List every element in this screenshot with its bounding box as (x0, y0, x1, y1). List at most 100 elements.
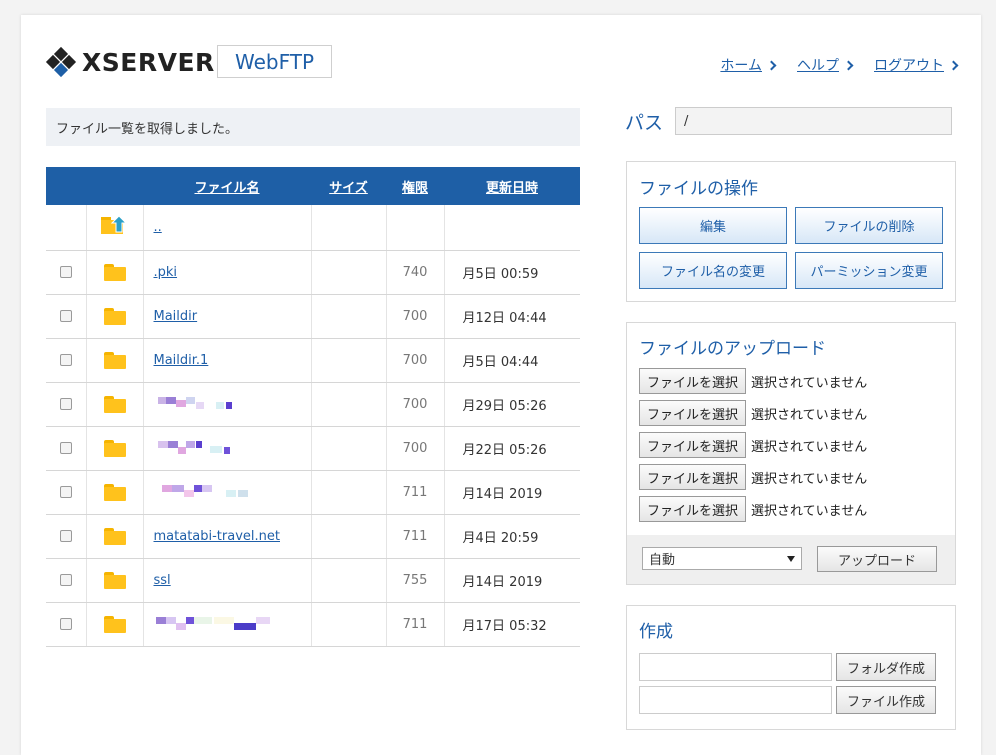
row-permission: 700 (386, 426, 445, 471)
no-file-selected-label: 選択されていません (751, 471, 868, 487)
create-file-button[interactable]: ファイル作成 (836, 686, 936, 714)
path-input[interactable] (675, 107, 952, 135)
table-row[interactable]: 700 月29日 05:26 (46, 382, 580, 427)
logo-text: XSERVER (82, 47, 215, 77)
no-file-selected-label: 選択されていません (751, 407, 868, 423)
choose-file-button[interactable]: ファイルを選択 (639, 464, 747, 490)
row-date: 月5日 00:59 (444, 250, 580, 295)
create-folder-button[interactable]: フォルダ作成 (836, 653, 936, 681)
row-checkbox[interactable] (59, 266, 72, 278)
row-permission: 711 (386, 602, 445, 647)
file-name-input[interactable] (639, 686, 832, 714)
nav-home-label: ホーム (720, 58, 762, 74)
folder-icon (103, 571, 126, 589)
row-checkbox[interactable] (59, 574, 72, 586)
chevron-right-icon (948, 60, 959, 70)
redacted-file-name[interactable] (154, 397, 234, 411)
row-date: 月5日 04:44 (444, 338, 580, 383)
row-date: 月12日 04:44 (444, 294, 580, 339)
create-title: 作成 (639, 622, 673, 642)
redacted-file-name[interactable] (154, 441, 234, 455)
redacted-file-name[interactable] (154, 617, 274, 631)
choose-file-button[interactable]: ファイルを選択 (639, 368, 747, 394)
dropdown-arrow-icon (787, 556, 795, 562)
parent-dir-row[interactable]: .. (46, 205, 580, 251)
row-permission: 755 (386, 558, 445, 603)
redacted-file-name[interactable] (154, 485, 254, 499)
transfer-mode-value: 自動 (649, 553, 676, 568)
row-checkbox[interactable] (59, 398, 72, 410)
table-header-row: ファイル名 サイズ 権限 更新日時 (46, 167, 580, 205)
table-row[interactable]: 711 月17日 05:32 (46, 602, 580, 647)
row-permission: 700 (386, 294, 445, 339)
file-table: ファイル名 サイズ 権限 更新日時 .. .pki 740 月5日 00:59 … (46, 167, 580, 647)
upload-row: ファイルを選択 選択されていません (639, 496, 867, 522)
folder-name-input[interactable] (639, 653, 832, 681)
transfer-mode-select[interactable]: 自動 (642, 547, 802, 570)
row-date: 月14日 2019 (444, 558, 580, 603)
operations-title: ファイルの操作 (639, 179, 758, 199)
nav-home-link[interactable]: ホーム (720, 55, 777, 75)
upload-button[interactable]: アップロード (817, 546, 937, 572)
folder-icon (103, 263, 126, 281)
row-permission: 711 (386, 514, 445, 559)
folder-icon (103, 307, 126, 325)
row-checkbox[interactable] (59, 442, 72, 454)
nav-logout-link[interactable]: ログアウト (874, 55, 959, 75)
edit-button[interactable]: 編集 (639, 207, 787, 244)
no-file-selected-label: 選択されていません (751, 439, 868, 455)
header-icon-col (86, 167, 143, 205)
table-row[interactable]: Maildir 700 月12日 04:44 (46, 294, 580, 339)
file-name-link[interactable]: .pki (154, 265, 178, 280)
path-label: パス (625, 111, 664, 134)
row-permission: 711 (386, 470, 445, 515)
row-checkbox[interactable] (59, 354, 72, 366)
row-checkbox[interactable] (59, 530, 72, 542)
choose-file-button[interactable]: ファイルを選択 (639, 400, 747, 426)
sort-by-permission[interactable]: 権限 (386, 167, 444, 205)
row-date: 月29日 05:26 (444, 382, 580, 427)
choose-file-button[interactable]: ファイルを選択 (639, 496, 747, 522)
chevron-right-icon (766, 60, 777, 70)
change-permission-button[interactable]: パーミッション変更 (795, 252, 943, 289)
table-row[interactable]: Maildir.1 700 月5日 04:44 (46, 338, 580, 383)
xserver-logo: XSERVER (45, 46, 215, 78)
table-row[interactable]: ssl 755 月14日 2019 (46, 558, 580, 603)
file-name-link[interactable]: matatabi-travel.net (154, 529, 281, 544)
choose-file-button[interactable]: ファイルを選択 (639, 432, 747, 458)
file-name-link[interactable]: ssl (154, 573, 171, 588)
table-row[interactable]: matatabi-travel.net 711 月4日 20:59 (46, 514, 580, 559)
nav-help-label: ヘルプ (797, 58, 839, 74)
file-name-link[interactable]: Maildir.1 (154, 353, 209, 368)
table-row[interactable]: 711 月14日 2019 (46, 470, 580, 515)
delete-file-button[interactable]: ファイルの削除 (795, 207, 943, 244)
upload-row: ファイルを選択 選択されていません (639, 368, 867, 394)
folder-icon (103, 527, 126, 545)
no-file-selected-label: 選択されていません (751, 375, 868, 391)
row-checkbox[interactable] (59, 486, 72, 498)
sort-by-date[interactable]: 更新日時 (444, 167, 580, 205)
sort-by-name[interactable]: ファイル名 (143, 167, 311, 205)
status-message: ファイル一覧を取得しました。 (46, 108, 580, 146)
table-row[interactable]: 700 月22日 05:26 (46, 426, 580, 471)
folder-icon (103, 615, 126, 633)
folder-icon (103, 483, 126, 501)
page: XSERVER WebFTP ホーム ヘルプ ログアウト ファイル一覧を取得しま… (21, 15, 981, 755)
file-name-link[interactable]: Maildir (154, 309, 198, 324)
upload-panel: ファイルのアップロード ファイルを選択 選択されていません ファイルを選択 選択… (626, 322, 956, 585)
upload-row: ファイルを選択 選択されていません (639, 432, 867, 458)
chevron-right-icon (843, 60, 854, 70)
table-row[interactable]: .pki 740 月5日 00:59 (46, 250, 580, 295)
rename-button[interactable]: ファイル名の変更 (639, 252, 787, 289)
row-date: 月4日 20:59 (444, 514, 580, 559)
file-operations-panel: ファイルの操作 編集 ファイルの削除 ファイル名の変更 パーミッション変更 (626, 161, 956, 302)
row-checkbox[interactable] (59, 618, 72, 630)
sort-by-size[interactable]: サイズ (311, 167, 386, 205)
parent-dir-link[interactable]: .. (154, 220, 162, 235)
row-checkbox[interactable] (59, 310, 72, 322)
row-date: 月14日 2019 (444, 470, 580, 515)
path-row: パス (625, 107, 952, 135)
top-nav: ホーム ヘルプ ログアウト (720, 55, 959, 75)
nav-help-link[interactable]: ヘルプ (797, 55, 854, 75)
upload-footer: 自動 アップロード (627, 535, 955, 584)
